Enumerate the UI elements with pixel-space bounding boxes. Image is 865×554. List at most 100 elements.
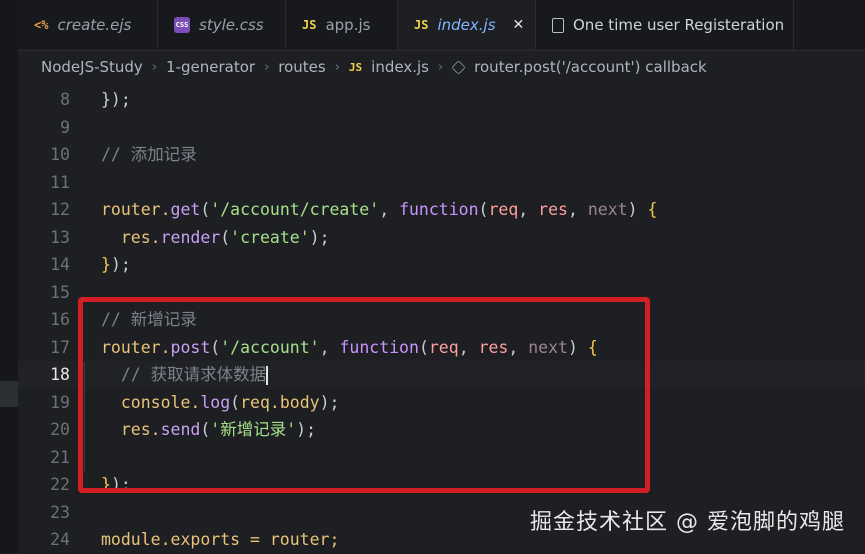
tab-create-ejs[interactable]: <% create.ejs (18, 0, 158, 50)
code-token: router. (101, 200, 171, 219)
line-number: 14 (50, 255, 70, 274)
code-token: { (587, 337, 598, 357)
line-code: // 添加记录 (101, 141, 197, 169)
js-file-icon: JS (302, 18, 317, 32)
code-token: ( (200, 200, 211, 219)
code-token: render (160, 227, 221, 247)
code-token: '新增记录' (210, 420, 297, 439)
code-token: get (170, 200, 201, 219)
indent-guide (84, 362, 85, 472)
code-line: 22}); (18, 471, 865, 499)
code-token: function (339, 337, 419, 357)
js-file-icon: JS (348, 60, 363, 74)
code-editor[interactable]: 8}); 9 10// 添加记录 11 12 router.get('/accou… (18, 86, 865, 553)
activity-bar (0, 0, 18, 553)
tab-one-time-user-registeration[interactable]: One time user Registeration (536, 0, 794, 50)
code-token: ( (478, 200, 489, 219)
symbol-method-icon (451, 59, 466, 75)
code-line: 9 (18, 114, 865, 142)
tab-label: One time user Registeration (573, 16, 785, 34)
code-token: ); (296, 420, 317, 439)
code-token: res (538, 200, 568, 219)
tab-style-css[interactable]: CSS style.css (158, 0, 286, 50)
line-number: 10 (50, 145, 70, 164)
line-code: }); (101, 86, 131, 114)
code-token: ); (309, 227, 330, 247)
code-token: ); (110, 475, 131, 494)
code-line: 21 (18, 444, 865, 472)
current-code-line: 18 // 获取请求体数据 (18, 361, 865, 389)
code-token: , (518, 200, 539, 219)
close-icon[interactable]: ✕ (513, 17, 525, 33)
code-token: next (587, 200, 628, 219)
code-token: req (428, 337, 459, 357)
line-number: 11 (50, 172, 70, 192)
line-number: 24 (50, 530, 70, 549)
code-token: log (200, 392, 231, 412)
code-token: ( (210, 337, 221, 357)
code-token: , (458, 337, 479, 357)
line-code: }); (101, 471, 131, 499)
line-code: module.exports = router; (101, 526, 339, 554)
line-number: 22 (50, 475, 70, 494)
tab-label: create.ejs (57, 16, 132, 34)
document-icon (552, 17, 564, 33)
code-token: res (478, 337, 509, 357)
code-token: '/account/create' (210, 200, 380, 219)
line-number: 16 (50, 310, 70, 329)
code-line: 14}); (18, 251, 865, 279)
code-token: next (528, 337, 568, 357)
line-number: 20 (50, 420, 70, 439)
code-token: module.exports = router; (101, 530, 340, 549)
tab-label: index.js (437, 16, 496, 34)
code-token: } (101, 255, 111, 274)
code-token: router. (101, 337, 171, 357)
code-token: '/account' (220, 337, 320, 357)
line-code: res.render('create'); (101, 224, 330, 252)
code-token: send (160, 420, 201, 439)
code-line: 8}); (18, 86, 865, 114)
line-number: 8 (60, 90, 70, 109)
code-token: ( (220, 227, 231, 247)
code-token: // 新增记录 (101, 310, 197, 329)
code-token: ( (230, 392, 241, 412)
js-file-icon: JS (414, 18, 429, 32)
line-number: 21 (50, 447, 70, 467)
chevron-right-icon: › (151, 59, 158, 75)
watermark: 掘金技术社区 @ 爱泡脚的鸡腿 (530, 510, 845, 535)
code-token: req (488, 200, 519, 219)
tab-label: app.js (325, 16, 371, 34)
code-token: , (379, 200, 400, 219)
code-token: , (508, 337, 529, 357)
breadcrumb-symbol[interactable]: router.post('/account') callback (474, 58, 707, 76)
breadcrumb: NodeJS-Study › 1-generator › routes › JS… (18, 51, 865, 83)
code-line: 13 res.render('create'); (18, 224, 865, 252)
code-token: function (399, 200, 479, 219)
code-token: // 添加记录 (101, 145, 197, 164)
code-token: , (319, 337, 340, 357)
code-line: 17 router.post('/account', function(req, … (18, 334, 865, 362)
code-token: ); (319, 392, 340, 412)
line-code: console.log(req.body); (101, 389, 340, 417)
breadcrumb-item[interactable]: routes (278, 58, 325, 76)
css-file-icon: CSS (174, 17, 190, 33)
code-token: , (567, 200, 588, 219)
breadcrumb-file[interactable]: index.js (371, 58, 429, 76)
tab-app-js[interactable]: JS app.js (286, 0, 398, 50)
code-token: }); (101, 90, 131, 109)
code-line: 10 // 添加记录 (18, 141, 865, 169)
code-token: res. (101, 227, 161, 247)
chevron-right-icon: › (264, 59, 270, 75)
tab-index-js[interactable]: JS index.js ✕ (398, 0, 536, 50)
code-token: // 获取请求体数据 (101, 365, 267, 384)
code-line: 11 (18, 169, 865, 197)
line-number: 19 (50, 392, 70, 412)
line-code: }); (101, 251, 131, 279)
code-token: ) (568, 337, 588, 357)
line-number: 9 (60, 117, 70, 137)
breadcrumb-item[interactable]: 1-generator (166, 58, 255, 76)
line-code: // 获取请求体数据 (101, 361, 268, 389)
line-code: router.post('/account', function(req, re… (101, 334, 598, 362)
code-token: ( (418, 337, 429, 357)
breadcrumb-item[interactable]: NodeJS-Study (41, 58, 143, 76)
